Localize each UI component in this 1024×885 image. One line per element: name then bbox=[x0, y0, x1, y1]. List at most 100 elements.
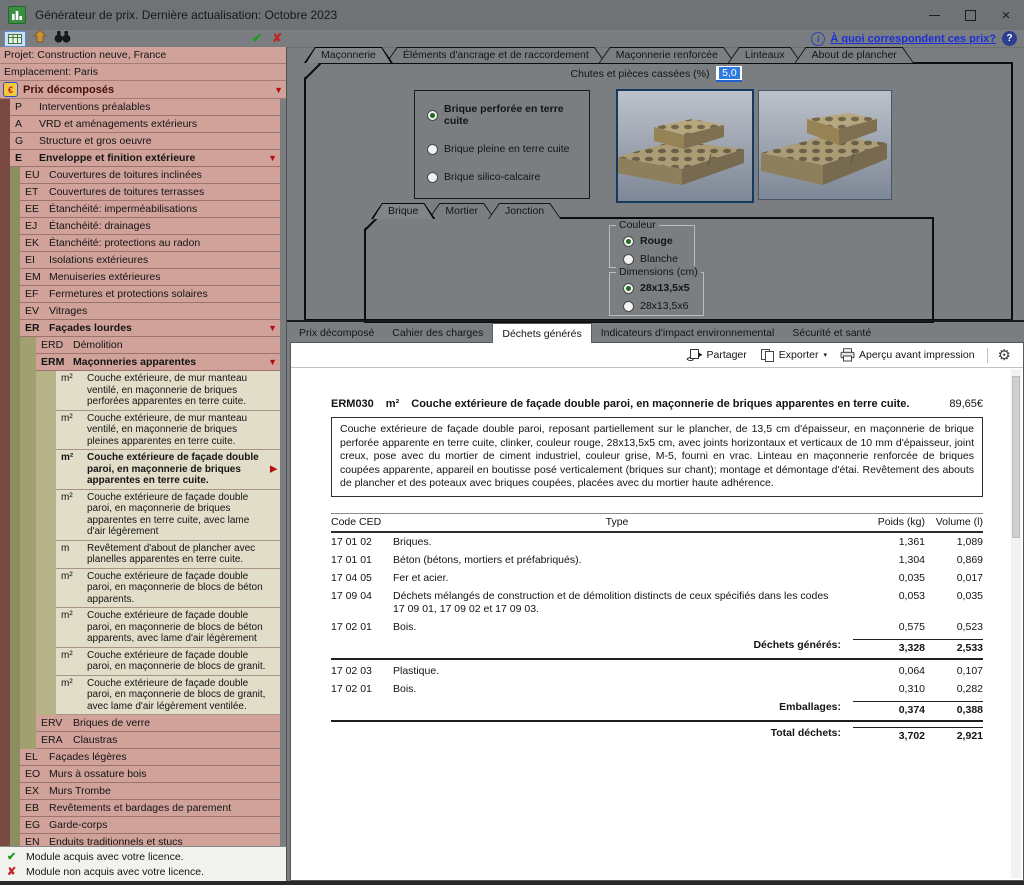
tree-row[interactable]: ERA Claustras bbox=[36, 732, 280, 749]
bottom-tab[interactable]: Cahier des charges bbox=[383, 323, 492, 342]
tree-row[interactable]: m² Couche extérieure de façade double pa… bbox=[56, 608, 280, 648]
tree-row-label: Maçonneries apparentes bbox=[73, 356, 197, 368]
tree-row[interactable]: m² Couche extérieure de façade double pa… bbox=[56, 568, 280, 608]
radio-icon[interactable] bbox=[427, 109, 438, 121]
tree-row[interactable]: EE Étanchéité: imperméabilisations bbox=[20, 201, 280, 218]
radio-option[interactable]: 28x13,5x6 bbox=[623, 300, 703, 312]
tree-row[interactable]: P Interventions préalables bbox=[10, 99, 280, 116]
tab-label: Brique bbox=[388, 205, 419, 217]
tree-row[interactable]: m² Couche extérieure de façade double pa… bbox=[56, 489, 280, 541]
price-generator-icon[interactable] bbox=[4, 30, 26, 47]
maximize-button[interactable] bbox=[952, 0, 988, 30]
tree-row-label: Étanchéité: protections au radon bbox=[49, 237, 201, 249]
bottom-tab[interactable]: Prix décomposé bbox=[290, 323, 383, 342]
radio-icon[interactable] bbox=[427, 143, 438, 155]
radio-icon[interactable] bbox=[623, 282, 634, 294]
tree-row-code: E bbox=[15, 152, 23, 164]
radio-option[interactable]: Brique pleine en terre cuite bbox=[427, 143, 589, 155]
radio-icon[interactable] bbox=[427, 171, 438, 183]
bottom-tab[interactable]: Sécurité et santé bbox=[783, 323, 880, 342]
tree-row[interactable]: m Revêtement d'about de plancher avec pl… bbox=[56, 540, 280, 569]
folder-tab[interactable]: Jonction bbox=[488, 203, 561, 219]
folder-tab[interactable]: Éléments d'ancrage et de raccordement bbox=[386, 47, 606, 63]
tree-row[interactable]: EG Garde-corps bbox=[20, 817, 280, 834]
radio-option[interactable]: Brique silico-calcaire bbox=[427, 171, 589, 183]
prices-info-link[interactable]: À quoi correspondent ces prix? bbox=[830, 33, 996, 45]
tree-row-label: Claustras bbox=[73, 734, 118, 746]
folder-tab[interactable]: About de plancher bbox=[795, 47, 914, 63]
folder-tab[interactable]: Maçonnerie bbox=[304, 47, 393, 63]
tree-root-row[interactable]: € Prix décomposés ▼ bbox=[0, 81, 286, 99]
tree-row[interactable]: EN Enduits traditionnels et stucs bbox=[20, 834, 280, 846]
share-button[interactable]: Partager bbox=[682, 348, 751, 362]
tree-row-label: Isolations extérieures bbox=[49, 254, 149, 266]
tree-row[interactable]: G Structure et gros oeuvre bbox=[10, 133, 280, 150]
open-parent-icon[interactable] bbox=[33, 29, 47, 48]
radio-option[interactable]: Blanche bbox=[623, 253, 694, 265]
tree-row[interactable]: m² Couche extérieure de façade double pa… bbox=[56, 647, 280, 676]
folder-tab[interactable]: Linteaux bbox=[728, 47, 802, 63]
tree-row[interactable]: ERD Démolition bbox=[36, 337, 280, 354]
tree-row[interactable]: ER Façades lourdes ▼ bbox=[20, 320, 280, 337]
window-bottom-edge bbox=[0, 881, 1024, 885]
tree-row[interactable]: ET Couvertures de toitures terrasses bbox=[20, 184, 280, 201]
radio-icon[interactable] bbox=[623, 253, 634, 265]
tree-row[interactable]: m² Couche extérieure, de mur manteau ven… bbox=[56, 371, 280, 411]
document-scrollbar[interactable] bbox=[1011, 369, 1021, 878]
radio-option[interactable]: Brique perforée en terre cuite bbox=[427, 103, 589, 127]
tree-row-code: EJ bbox=[25, 220, 38, 232]
bottom-tab[interactable]: Indicateurs d'impact environnemental bbox=[592, 323, 784, 342]
radio-option[interactable]: 28x13,5x5 bbox=[623, 282, 703, 294]
help-icon[interactable]: ? bbox=[1002, 31, 1017, 46]
folder-tab[interactable]: Brique bbox=[371, 203, 435, 219]
tree-row[interactable]: ERV Briques de verre bbox=[36, 715, 280, 732]
tree-row-label: Couche extérieure de façade double paroi… bbox=[87, 452, 259, 486]
search-binoculars-icon[interactable] bbox=[54, 30, 71, 48]
folder-tab[interactable]: Maçonnerie renforcée bbox=[599, 47, 735, 63]
tree-row[interactable]: EF Fermetures et protections solaires bbox=[20, 286, 280, 303]
tree-row-code: EL bbox=[25, 751, 38, 763]
tree-row[interactable]: EL Façades légères bbox=[20, 749, 280, 766]
tree-row[interactable]: EO Murs à ossature bois bbox=[20, 766, 280, 783]
tree-row[interactable]: EI Isolations extérieures bbox=[20, 252, 280, 269]
waste-type: Déchets générés: bbox=[753, 638, 841, 651]
brick-photo-alt[interactable] bbox=[758, 90, 892, 200]
minimize-button[interactable] bbox=[916, 0, 952, 30]
tree-root-arrow-icon: ▼ bbox=[274, 84, 283, 95]
bottom-tab[interactable]: Déchets générés bbox=[492, 323, 592, 343]
tree-root-label: Prix décomposés bbox=[23, 83, 115, 96]
print-preview-button[interactable]: Aperçu avant impression bbox=[836, 348, 979, 362]
tree-row[interactable]: EJ Étanchéité: drainages bbox=[20, 218, 280, 235]
radio-option[interactable]: Rouge bbox=[623, 235, 694, 247]
brick-photo-selected[interactable] bbox=[616, 89, 754, 203]
radio-icon[interactable] bbox=[623, 235, 634, 247]
tree-row[interactable]: EV Vitrages bbox=[20, 303, 280, 320]
waste-type: Bois. bbox=[393, 682, 417, 695]
tree-row[interactable]: E Enveloppe et finition extérieure ▼ bbox=[10, 150, 280, 167]
chutes-row: Chutes et pièces cassées (%) 5,0 bbox=[304, 66, 1009, 82]
tree-row[interactable]: A VRD et aménagements extérieurs bbox=[10, 116, 280, 133]
tree-row[interactable]: ERM Maçonneries apparentes ▼ bbox=[36, 354, 280, 371]
scrollbar-thumb[interactable] bbox=[1012, 376, 1020, 538]
gear-icon[interactable]: ⚙ bbox=[996, 346, 1015, 364]
tab-label: Éléments d'ancrage et de raccordement bbox=[402, 49, 589, 61]
folder-tab[interactable]: Mortier bbox=[428, 203, 495, 219]
close-button[interactable]: × bbox=[988, 0, 1024, 30]
tree-row[interactable]: EK Étanchéité: protections au radon bbox=[20, 235, 280, 252]
tree-row[interactable]: EX Murs Trombe bbox=[20, 783, 280, 800]
document-panel: Partager Exporter ▾ Aperçu avant impress… bbox=[290, 342, 1024, 881]
tree-row[interactable]: EM Menuiseries extérieures bbox=[20, 269, 280, 286]
tree-row-label: Couche extérieure de façade double paroi… bbox=[87, 677, 266, 712]
waste-poids: 1,361 bbox=[898, 535, 925, 548]
tree-row-code: ERA bbox=[41, 734, 63, 746]
export-button[interactable]: Exporter ▾ bbox=[756, 348, 831, 362]
tree-row[interactable]: m² Couche extérieure de façade double pa… bbox=[56, 450, 280, 490]
tree-row-label: Murs à ossature bois bbox=[49, 768, 147, 780]
tree-row[interactable]: m² Couche extérieure de façade double pa… bbox=[56, 675, 280, 715]
tree-row-code: EO bbox=[25, 768, 41, 780]
tree-row[interactable]: m² Couche extérieure, de mur manteau ven… bbox=[56, 410, 280, 450]
tree-row[interactable]: EU Couvertures de toitures inclinées bbox=[20, 167, 280, 184]
tree-row[interactable]: EB Revêtements et bardages de parement bbox=[20, 800, 280, 817]
radio-icon[interactable] bbox=[623, 300, 634, 312]
chutes-input[interactable]: 5,0 bbox=[716, 66, 743, 82]
